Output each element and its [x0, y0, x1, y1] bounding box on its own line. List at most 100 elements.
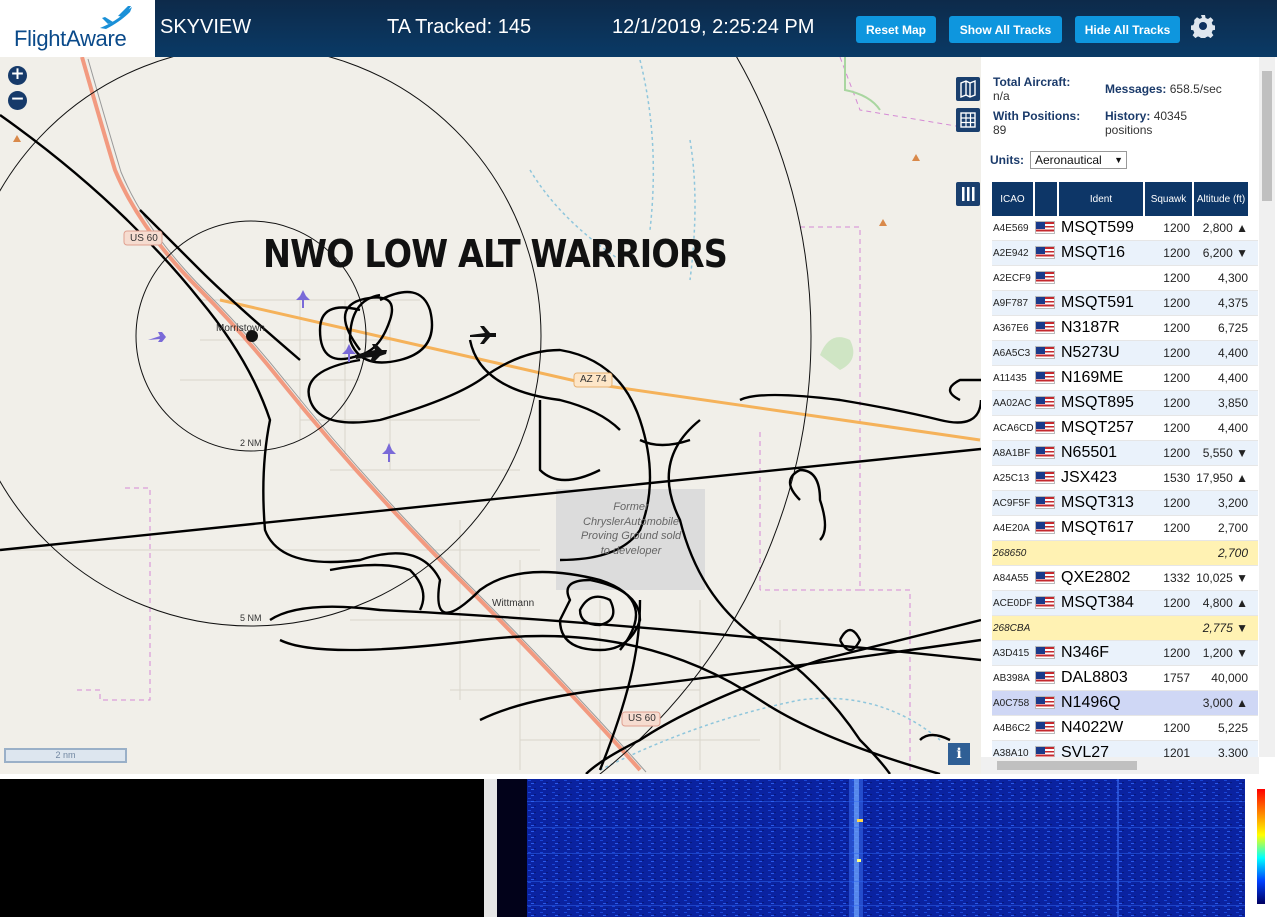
column-header-ident[interactable]: Ident	[1059, 182, 1145, 216]
us-flag-icon	[1035, 346, 1055, 360]
table-row[interactable]: A367E6 N3187R 1200 6,725	[992, 316, 1258, 341]
table-row[interactable]: A0C758 N1496Q 3,000 ▲	[992, 691, 1258, 716]
table-row[interactable]: AA02AC MSQT895 1200 3,850	[992, 391, 1258, 416]
table-row[interactable]: A84A55 QXE2802 1332 10,025 ▼	[992, 566, 1258, 591]
row-altitude: 4,300	[1217, 271, 1248, 285]
row-altitude: 5,225	[1217, 721, 1248, 735]
with-positions-label: With Positions:	[993, 109, 1081, 123]
table-row[interactable]: A4B6C2 N4022W 1200 5,225	[992, 716, 1258, 741]
row-flag	[1035, 244, 1059, 262]
range-ring-label-2nm: 2 NM	[240, 438, 262, 448]
info-icon[interactable]: i	[948, 743, 970, 765]
table-row[interactable]: A11435 N169ME 1200 4,400	[992, 366, 1258, 391]
table-row[interactable]: A2ECF9 1200 4,300	[992, 266, 1258, 291]
waterfall-margin	[497, 779, 527, 917]
row-squawk: 1200	[1163, 521, 1190, 535]
table-row[interactable]: A4E20A MSQT617 1200 2,700	[992, 516, 1258, 541]
table-row[interactable]: 268650 2,700	[992, 541, 1258, 566]
table-row[interactable]: A6A5C3 N5273U 1200 4,400	[992, 341, 1258, 366]
row-ident: N1496Q	[1061, 694, 1121, 711]
messages-value: 658.5/sec	[1169, 82, 1222, 96]
table-row[interactable]: A8A1BF N65501 1200 5,550 ▼	[992, 441, 1258, 466]
row-flag	[1035, 219, 1059, 237]
row-altitude: 2,800 ▲	[1202, 221, 1248, 235]
flightaware-logo[interactable]: FlightAware	[0, 0, 155, 57]
row-icao: ACE0DF	[993, 597, 1033, 609]
az74-shield-label: AZ 74	[580, 374, 607, 385]
column-header-flag[interactable]	[1035, 182, 1059, 216]
row-icao: 268650	[993, 547, 1027, 559]
columns-icon[interactable]	[956, 182, 980, 206]
column-header-icao[interactable]: ICAO	[992, 182, 1035, 216]
aircraft-table: ICAO Ident Squawk Altitude (ft) A4E569 MS…	[992, 182, 1258, 766]
row-flag	[1035, 344, 1059, 362]
spectrum-divider[interactable]	[484, 779, 497, 917]
row-squawk: 1200	[1163, 596, 1190, 610]
row-altitude: 3,000 ▲	[1202, 696, 1248, 710]
us-flag-icon	[1035, 246, 1055, 260]
zoom-in-button[interactable]: +	[8, 66, 27, 85]
us-flag-icon	[1035, 646, 1055, 660]
us-flag-icon	[1035, 421, 1055, 435]
row-icao: A4B6C2	[993, 722, 1031, 734]
town-label-wittmann: Wittmann	[492, 598, 535, 609]
row-altitude: 10,025 ▼	[1196, 571, 1248, 585]
row-ident: MSQT895	[1061, 394, 1134, 411]
table-row[interactable]: A25C13 JSX423 1530 17,950 ▲	[992, 466, 1258, 491]
column-header-altitude[interactable]: Altitude (ft)	[1194, 182, 1250, 216]
app-name: SKYVIEW	[160, 16, 252, 38]
grid-icon[interactable]	[956, 108, 980, 132]
row-ident: MSQT591	[1061, 294, 1134, 311]
map-icon[interactable]	[956, 77, 980, 101]
row-icao: 268CBA	[993, 622, 1031, 634]
row-icao: A25C13	[993, 472, 1030, 484]
units-select[interactable]: Aeronautical	[1030, 151, 1127, 169]
row-icao: A84A55	[993, 572, 1029, 584]
row-squawk: 1200	[1163, 446, 1190, 460]
table-body: A4E569 MSQT599 1200 2,800 ▲ A2E942 MSQT16 1200…	[992, 216, 1258, 766]
table-row[interactable]: ACE0DF MSQT384 1200 4,800 ▲	[992, 591, 1258, 616]
row-squawk: 1200	[1163, 296, 1190, 310]
row-altitude: 4,400	[1217, 371, 1248, 385]
horizontal-scrollbar-thumb[interactable]	[997, 761, 1137, 770]
row-altitude: 4,400	[1217, 346, 1248, 360]
row-ident: QXE2802	[1061, 569, 1131, 586]
table-row[interactable]: A2E942 MSQT16 1200 6,200 ▼	[992, 241, 1258, 266]
row-ident: DAL8803	[1061, 669, 1128, 686]
table-row[interactable]: A4E569 MSQT599 1200 2,800 ▲	[992, 216, 1258, 241]
table-row[interactable]: AC9F5F MSQT313 1200 3,200	[992, 491, 1258, 516]
column-header-squawk[interactable]: Squawk	[1145, 182, 1194, 216]
table-row[interactable]: A3D415 N346F 1200 1,200 ▼	[992, 641, 1258, 666]
gear-icon[interactable]	[1191, 14, 1215, 38]
table-row[interactable]: A9F787 MSQT591 1200 4,375	[992, 291, 1258, 316]
table-row[interactable]: ACA6CD MSQT257 1200 4,400	[992, 416, 1258, 441]
show-all-tracks-button[interactable]: Show All Tracks	[949, 16, 1062, 43]
reset-map-button[interactable]: Reset Map	[856, 16, 936, 43]
row-flag	[1035, 369, 1059, 387]
row-ident: N5273U	[1061, 344, 1120, 361]
row-squawk: 1200	[1163, 246, 1190, 260]
vertical-scrollbar[interactable]	[1259, 57, 1275, 757]
zoom-out-button[interactable]: −	[8, 91, 27, 110]
vertical-scrollbar-thumb[interactable]	[1262, 71, 1272, 201]
town-label-morristown: Morristown	[216, 323, 265, 334]
proving-ground-label: Former ChryslerAutomobile Proving Ground…	[580, 501, 682, 557]
row-flag	[1035, 519, 1059, 537]
row-icao: A8A1BF	[993, 447, 1031, 459]
overlay-title: NWO LOW ALT WARRIORS	[263, 232, 728, 276]
hide-all-tracks-button[interactable]: Hide All Tracks	[1075, 16, 1180, 43]
header-bar: FlightAware SKYVIEW TA Tracked: 145 12/1…	[0, 0, 1277, 57]
horizontal-scrollbar[interactable]	[981, 757, 1259, 774]
us-flag-icon	[1035, 571, 1055, 585]
us-flag-icon	[1035, 296, 1055, 310]
us-flag-icon	[1035, 471, 1055, 485]
map-view[interactable]: US 60 AZ 74 US 60 Morristown Wittmann 2 …	[0, 57, 981, 774]
row-squawk: 1200	[1163, 396, 1190, 410]
table-row[interactable]: AB398A DAL8803 1757 40,000	[992, 666, 1258, 691]
map-canvas[interactable]	[0, 57, 981, 774]
aircraft-panel: Total Aircraft: n/a Messages: 658.5/sec …	[981, 57, 1277, 774]
us60-shield-label: US 60	[130, 233, 158, 244]
table-row[interactable]: 268CBA 2,775 ▼	[992, 616, 1258, 641]
row-altitude: 6,725	[1217, 321, 1248, 335]
row-flag	[1035, 419, 1059, 437]
